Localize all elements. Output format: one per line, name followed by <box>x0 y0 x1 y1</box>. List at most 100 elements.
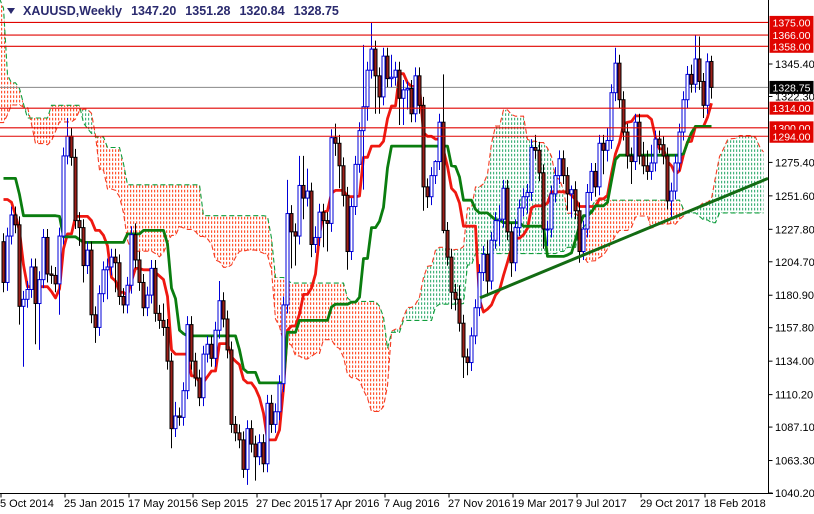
candle-body <box>525 191 530 198</box>
candle-body <box>553 175 558 195</box>
candle-body <box>393 69 398 78</box>
candle-body <box>653 138 658 164</box>
candle-body <box>9 214 14 237</box>
candle-body <box>617 62 622 101</box>
candle-body <box>405 87 410 91</box>
ohlc-close: 1328.75 <box>293 4 339 18</box>
candle-body <box>273 411 278 425</box>
price-tick-label: 1063.30 <box>775 456 814 468</box>
candle-body <box>265 402 270 465</box>
candle-body <box>61 155 66 237</box>
price-tick-label: 1180.90 <box>775 290 814 302</box>
candle-body <box>581 228 586 253</box>
candle-body <box>209 343 214 359</box>
candle-body <box>521 196 526 209</box>
candle-body <box>113 256 118 264</box>
time-tick-label: 6 Sep 2015 <box>192 498 248 510</box>
candle-body <box>673 162 678 192</box>
candle-body <box>481 253 486 274</box>
candle-body <box>49 273 54 276</box>
candle-body <box>25 288 30 300</box>
candle-body <box>309 190 314 245</box>
time-tick-label: 17 May 2015 <box>128 498 192 510</box>
candle-body <box>77 220 82 229</box>
candle-body <box>497 218 502 222</box>
candle-body <box>37 279 42 305</box>
candle-body <box>121 295 126 306</box>
price-level-badge-label: 1314.00 <box>773 103 811 115</box>
price-tick-label: 1275.40 <box>775 157 814 169</box>
candle-body <box>57 235 62 285</box>
candle-body <box>73 156 78 222</box>
candle-body <box>169 360 174 430</box>
candle-body <box>341 165 346 196</box>
candle-body <box>533 147 538 151</box>
candle-body <box>701 80 706 106</box>
candle-body <box>637 121 642 157</box>
candle-body <box>493 220 498 241</box>
candle-body <box>665 155 670 202</box>
candle-body <box>157 312 162 321</box>
candle-body <box>101 269 106 295</box>
cloud-area <box>580 200 687 263</box>
candle-body <box>429 175 434 198</box>
candle-body <box>41 236 46 281</box>
candle-body <box>233 423 238 434</box>
symbol-period-label: XAUUSD,Weekly <box>23 4 123 18</box>
candle-body <box>53 274 58 285</box>
candle-body <box>277 383 282 413</box>
candle-body <box>505 187 510 233</box>
candle-body <box>261 442 266 465</box>
candle-body <box>349 206 354 253</box>
candle-body <box>69 135 74 158</box>
candle-body <box>489 239 494 282</box>
candle-body <box>89 249 94 316</box>
candle-body <box>605 139 610 151</box>
candle-body <box>5 235 10 283</box>
candle-body <box>33 266 38 305</box>
candle-body <box>449 256 454 293</box>
candle-body <box>297 184 302 237</box>
candle-body <box>509 231 514 264</box>
candle-body <box>289 213 294 233</box>
candle-body <box>17 224 22 307</box>
candle-body <box>249 428 254 445</box>
candle-body <box>333 137 338 144</box>
candle-body <box>153 267 158 314</box>
candle-body <box>441 121 446 231</box>
time-tick-label: 27 Dec 2015 <box>256 498 318 510</box>
price-chart-canvas[interactable]: 1345.401322.301275.401251.601227.801204.… <box>0 0 814 514</box>
candle-body <box>657 138 662 146</box>
candle-body <box>81 227 86 267</box>
candle-body <box>257 442 262 458</box>
candle-body <box>213 329 218 359</box>
candle-body <box>241 439 246 470</box>
price-tick-label: 1134.00 <box>775 356 814 368</box>
candle-body <box>321 211 326 222</box>
candle-body <box>145 294 150 309</box>
candle-body <box>21 298 26 307</box>
candle-body <box>661 144 666 157</box>
candle-body <box>709 60 714 88</box>
candle-body <box>281 304 286 385</box>
candle-body <box>301 184 306 199</box>
candle-body <box>565 175 570 195</box>
candle-body <box>689 73 694 85</box>
time-axis: 5 Oct 2014 25 Jan 2015 17 May 2015 6 Sep 20… <box>0 493 766 510</box>
symbol-dropdown-icon[interactable] <box>7 8 15 14</box>
candle-body <box>85 249 90 267</box>
candle-body <box>329 137 334 224</box>
candle-body <box>373 48 378 77</box>
ohlc-low: 1320.84 <box>239 4 285 18</box>
candle-body <box>161 319 166 328</box>
candle-body <box>409 87 414 115</box>
candle-body <box>625 131 630 157</box>
candle-body <box>361 106 366 132</box>
candle-body <box>189 324 194 362</box>
candle-body <box>325 220 330 224</box>
price-tick-label: 1157.80 <box>775 323 814 335</box>
candle-body <box>173 415 178 430</box>
candle-body <box>609 92 614 141</box>
candle-body <box>357 130 362 165</box>
candle-body <box>205 343 210 355</box>
